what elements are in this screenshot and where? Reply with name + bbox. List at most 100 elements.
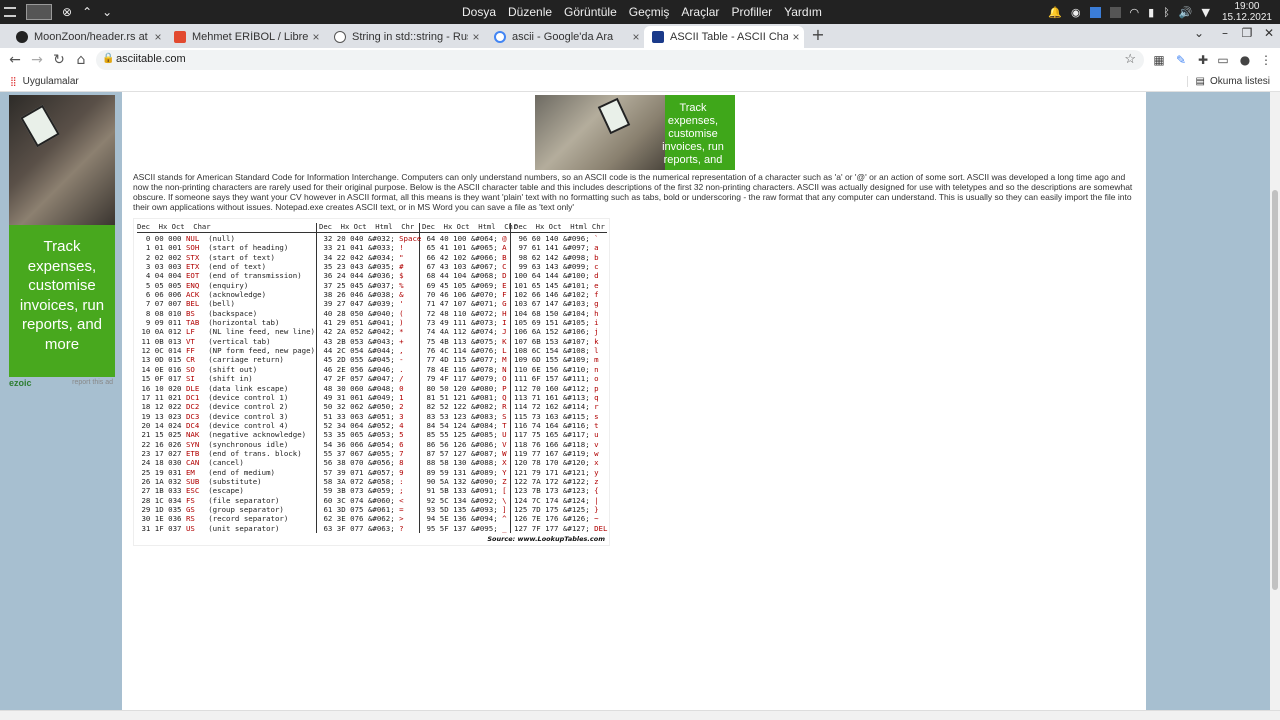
wifi-icon[interactable]: ◠ — [1130, 6, 1140, 19]
ascii-row: 53 35 065 &#053; 5 — [319, 430, 404, 440]
lock-icon[interactable]: 🔒 — [102, 53, 114, 64]
ascii-row: 15 0F 017 SI (shift in) — [137, 374, 253, 384]
ascii-row: 70 46 106 &#070; F — [422, 290, 507, 300]
menu-1[interactable]: Düzenle — [508, 5, 552, 19]
bookmark-star-icon[interactable]: ☆ — [1124, 51, 1136, 67]
close-icon[interactable]: × — [308, 30, 324, 44]
ascii-row: 77 4D 115 &#077; M — [422, 355, 507, 365]
menu-2[interactable]: Görüntüle — [564, 5, 617, 19]
home-button[interactable]: ⌂ — [72, 51, 90, 69]
ascii-row: 14 0E 016 SO (shift out) — [137, 364, 258, 374]
cast-icon[interactable]: ▭ — [1214, 51, 1232, 69]
ascii-row: 48 30 060 &#048; 0 — [319, 383, 404, 393]
ezoic-logo: ezoic — [9, 378, 32, 388]
reading-list-button[interactable]: ▤ Okuma listesi — [1186, 76, 1270, 87]
close-icon[interactable]: × — [150, 30, 166, 44]
ascii-row: 35 23 043 &#035; # — [319, 262, 404, 272]
minimize-button[interactable]: – — [1216, 26, 1234, 44]
ascii-row: 23 17 027 ETB (end of trans. block) — [137, 448, 302, 458]
ascii-row: 78 4E 116 &#078; N — [422, 364, 507, 374]
app-icon[interactable] — [1109, 6, 1121, 18]
bell-icon[interactable]: 🔔 — [1048, 6, 1062, 19]
printable-column-1: 32 20 040 &#032; Space 33 21 041 &#033; … — [319, 234, 421, 533]
ascii-row: 75 4B 113 &#075; K — [422, 336, 507, 346]
volume-icon[interactable]: 🔊 — [1179, 6, 1193, 19]
close-icon[interactable]: × — [788, 30, 804, 44]
header-rule — [137, 232, 607, 233]
new-tab-button[interactable]: + — [810, 26, 826, 44]
app-icon[interactable] — [1089, 6, 1101, 18]
extension-icon[interactable]: ✎ — [1172, 51, 1190, 69]
tray-arrow-icon[interactable]: ▼ — [1202, 6, 1210, 19]
close-icon[interactable]: × — [628, 30, 644, 44]
extension-icon[interactable]: ▦ — [1150, 51, 1168, 69]
tab-search-icon[interactable]: ⌄ — [1190, 26, 1208, 44]
menu-4[interactable]: Araçlar — [681, 5, 719, 19]
top-ad-banner[interactable]: Track expenses, customise invoices, run … — [535, 95, 735, 179]
ascii-row: 8 08 010 BS (backspace) — [137, 308, 258, 318]
ascii-row: 28 1C 034 FS (file separator) — [137, 495, 280, 505]
ad-photo — [9, 95, 115, 225]
ezoic-label[interactable]: ezoic report this ad — [9, 378, 115, 390]
menu-0[interactable]: Dosya — [462, 5, 496, 19]
ascii-row: 41 29 051 &#041; ) — [319, 318, 404, 328]
puzzle-icon[interactable]: ✚ — [1194, 51, 1212, 69]
close-window-button[interactable]: ✕ — [1260, 26, 1278, 44]
steam-icon[interactable]: ◉ — [1071, 6, 1081, 19]
back-button[interactable]: ← — [6, 51, 24, 69]
intro-paragraph: ASCII stands for American Standard Code … — [133, 172, 1133, 212]
address-bar[interactable]: 🔒 asciitable.com ☆ — [96, 50, 1144, 70]
vertical-scrollbar[interactable] — [1270, 92, 1280, 710]
chevron-up-icon[interactable]: ⌃ — [82, 5, 92, 19]
ascii-row: 69 45 105 &#069; E — [422, 280, 507, 290]
tab-rust-docs[interactable]: String in std::string - Rust × — [326, 26, 484, 48]
scrollbar-thumb[interactable] — [1272, 190, 1278, 590]
ascii-row: 67 43 103 &#067; C — [422, 262, 507, 272]
menu-5[interactable]: Profiller — [731, 5, 772, 19]
clock-date: 15.12.2021 — [1221, 12, 1272, 23]
profile-icon[interactable]: ● — [1236, 51, 1254, 69]
close-circle-icon[interactable]: ⊗ — [62, 5, 72, 19]
ascii-row: 27 1B 033 ESC (escape) — [137, 486, 244, 496]
ascii-row: 116 74 164 &#116; t — [514, 420, 599, 430]
column-divider — [510, 223, 511, 533]
ascii-row: 99 63 143 &#099; c — [514, 262, 599, 272]
bluetooth-icon[interactable]: ᛒ — [1163, 6, 1170, 19]
ascii-row: 101 65 145 &#101; e — [514, 280, 599, 290]
battery-icon[interactable]: ▮ — [1148, 6, 1154, 19]
ascii-row: 31 1F 037 US (unit separator) — [137, 523, 280, 533]
horizontal-scrollbar[interactable] — [0, 710, 1280, 720]
chevron-down-icon[interactable]: ⌄ — [102, 5, 112, 19]
tab-google[interactable]: ascii - Google'da Ara × — [486, 26, 644, 48]
column-header: Dec Hx Oct Char — [137, 222, 211, 231]
ascii-row: 113 71 161 &#113; q — [514, 392, 599, 402]
window-thumbnail[interactable] — [26, 4, 52, 20]
ascii-row: 72 48 110 &#072; H — [422, 308, 507, 318]
ascii-row: 55 37 067 &#055; 7 — [319, 448, 404, 458]
tab-ascii-table[interactable]: ASCII Table - ASCII Character × — [644, 26, 804, 48]
ascii-row: 95 5F 137 &#095; _ — [422, 523, 507, 533]
tab-title: ascii - Google'da Ara — [512, 31, 614, 43]
clock[interactable]: 19:00 15.12.2021 — [1222, 1, 1272, 23]
ascii-row: 11 0B 013 VT (vertical tab) — [137, 336, 271, 346]
ascii-row: 74 4A 112 &#074; J — [422, 327, 507, 337]
left-ad-banner[interactable]: Track expenses, customise invoices, run … — [9, 95, 115, 377]
reload-button[interactable]: ↻ — [50, 51, 68, 69]
apps-shortcut[interactable]: ⣿ Uygulamalar — [10, 76, 79, 87]
tab-title: Mehmet ERİBOL / Libredu Be — [192, 31, 308, 43]
app-menu-icon[interactable] — [4, 7, 16, 17]
column-header: Dec Hx Oct Html Chr — [422, 222, 518, 231]
menu-6[interactable]: Yardım — [784, 5, 822, 19]
close-icon[interactable]: × — [468, 30, 484, 44]
forward-button[interactable]: → — [28, 51, 46, 69]
report-ad-link[interactable]: report this ad — [72, 379, 113, 386]
ascii-row: 32 20 040 &#032; Space — [319, 234, 422, 243]
menu-3[interactable]: Geçmiş — [629, 5, 670, 19]
tab-gitlab[interactable]: Mehmet ERİBOL / Libredu Be × — [166, 26, 324, 48]
bookmarks-bar: ⣿ Uygulamalar ▤ Okuma listesi — [0, 72, 1280, 92]
more-menu-icon[interactable]: ⋮ — [1257, 51, 1275, 69]
ascii-row: 82 52 122 &#082; R — [422, 402, 507, 412]
maximize-button[interactable]: ❐ — [1238, 26, 1256, 44]
tab-moonzoon[interactable]: MoonZoon/header.rs at main × — [8, 26, 166, 48]
ascii-row: 34 22 042 &#034; " — [319, 252, 404, 262]
